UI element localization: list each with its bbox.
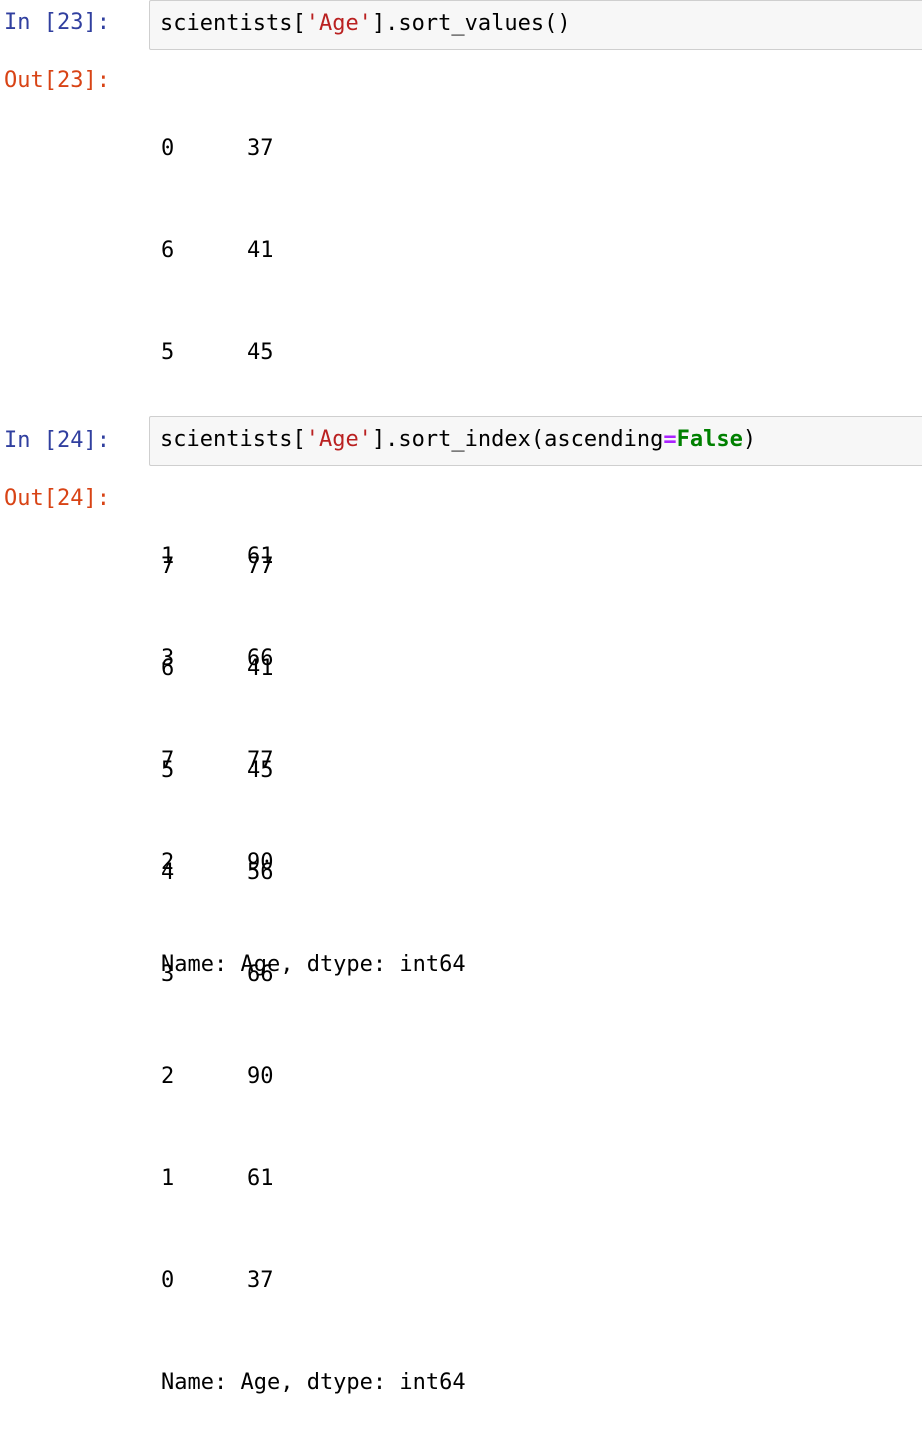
code-string-literal: 'Age': [305, 11, 372, 36]
output-row: 6 41: [161, 652, 466, 686]
code-operator: =: [663, 427, 677, 452]
code-keyword: False: [676, 427, 743, 452]
series-value: 45: [247, 340, 274, 365]
series-index: 2: [161, 1064, 175, 1089]
output-prompt: Out[23]:: [4, 68, 110, 93]
series-index: 1: [161, 1166, 175, 1191]
cell-output: 7 77 6 41 5 45 4 56 3 66 2 90 1 61 0 37 Name: Ag…: [161, 482, 466, 1434]
series-index: 0: [161, 136, 175, 161]
code-text: ].sort_values(): [371, 11, 571, 36]
output-row: 1 61: [161, 1162, 466, 1196]
series-index: 6: [161, 238, 175, 263]
output-row: 4 56: [161, 856, 466, 890]
output-row: 6 41: [161, 234, 466, 268]
code-text: ): [742, 427, 757, 452]
series-value: 90: [247, 1064, 274, 1089]
code-text: scientists[: [160, 11, 306, 36]
output-row: 5 45: [161, 336, 466, 370]
series-index: 5: [161, 758, 175, 783]
output-prompt: Out[24]:: [4, 486, 110, 511]
code-cell-input[interactable]: scientists['Age'].sort_index(ascending=F…: [149, 416, 922, 466]
series-index: 3: [161, 962, 175, 987]
series-index: 5: [161, 340, 175, 365]
code-text: scientists[: [160, 427, 306, 452]
code-text: ].sort_index(ascending: [371, 427, 664, 452]
series-footer: Name: Age, dtype: int64: [161, 1370, 466, 1395]
series-index: 7: [161, 554, 175, 579]
series-value: 45: [247, 758, 274, 783]
series-value: 61: [247, 1166, 274, 1191]
series-value: 77: [247, 554, 274, 579]
output-row: 7 77: [161, 550, 466, 584]
series-value: 37: [247, 136, 274, 161]
output-row: 0 37: [161, 132, 466, 166]
output-row: 5 45: [161, 754, 466, 788]
output-row: 3 66: [161, 958, 466, 992]
series-value: 66: [247, 962, 274, 987]
series-index: 0: [161, 1268, 175, 1293]
series-value: 41: [247, 238, 274, 263]
series-value: 37: [247, 1268, 274, 1293]
input-prompt: In [24]:: [4, 428, 110, 453]
code-cell-input[interactable]: scientists['Age'].sort_values(): [149, 0, 922, 50]
series-index: 6: [161, 656, 175, 681]
code-string-literal: 'Age': [305, 427, 372, 452]
output-row: 2 90: [161, 1060, 466, 1094]
series-index: 4: [161, 860, 175, 885]
input-prompt: In [23]:: [4, 10, 110, 35]
series-value: 56: [247, 860, 274, 885]
output-row: 0 37: [161, 1264, 466, 1298]
series-value: 41: [247, 656, 274, 681]
